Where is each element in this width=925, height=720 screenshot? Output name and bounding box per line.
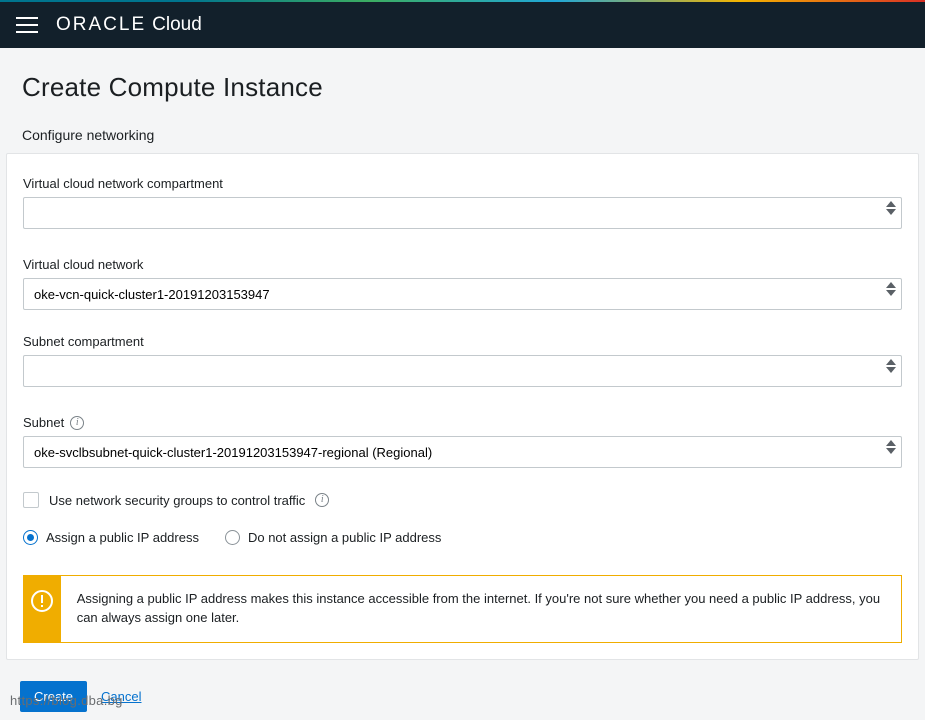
field-vcn-compartment: Virtual cloud network compartment — [23, 176, 902, 233]
select-spinner-icon[interactable] — [886, 440, 896, 454]
info-icon[interactable]: i — [315, 493, 329, 507]
radio-assign-public-ip[interactable]: Assign a public IP address — [23, 530, 199, 545]
networking-card: Virtual cloud network compartment Virtua… — [6, 153, 919, 660]
radio-assign-label: Assign a public IP address — [46, 530, 199, 545]
alert-text: Assigning a public IP address makes this… — [61, 576, 901, 642]
hamburger-menu-icon[interactable] — [16, 17, 38, 33]
topbar: ORACLE Cloud — [0, 2, 925, 48]
section-label: Configure networking — [22, 127, 923, 143]
label-subnet-compartment: Subnet compartment — [23, 334, 902, 349]
page: Create Compute Instance Configure networ… — [0, 48, 925, 660]
info-icon[interactable]: i — [70, 416, 84, 430]
radio-icon — [225, 530, 240, 545]
label-vcn: Virtual cloud network — [23, 257, 902, 272]
label-subnet: Subnet — [23, 415, 64, 430]
label-vcn-compartment: Virtual cloud network compartment — [23, 176, 902, 191]
select-spinner-icon[interactable] — [886, 282, 896, 296]
warning-icon — [31, 590, 53, 612]
radio-no-public-ip[interactable]: Do not assign a public IP address — [225, 530, 441, 545]
public-ip-alert: Assigning a public IP address makes this… — [23, 575, 902, 643]
select-vcn[interactable]: oke-vcn-quick-cluster1-20191203153947 — [23, 278, 902, 310]
brand-logo[interactable]: ORACLE Cloud — [56, 14, 202, 36]
radio-noassign-label: Do not assign a public IP address — [248, 530, 441, 545]
select-subnet-compartment[interactable] — [23, 355, 902, 387]
create-button[interactable]: Create — [20, 681, 87, 712]
public-ip-radio-group: Assign a public IP address Do not assign… — [23, 530, 902, 545]
cancel-button[interactable]: Cancel — [101, 689, 141, 704]
field-subnet-compartment: Subnet compartment — [23, 334, 902, 391]
field-subnet: Subnet i oke-svclbsubnet-quick-cluster1-… — [23, 415, 902, 468]
select-spinner-icon[interactable] — [886, 201, 896, 215]
select-spinner-icon[interactable] — [886, 359, 896, 373]
nsg-checkbox[interactable] — [23, 492, 39, 508]
field-vcn: Virtual cloud network oke-vcn-quick-clus… — [23, 257, 902, 310]
select-vcn-compartment[interactable] — [23, 197, 902, 229]
nsg-label: Use network security groups to control t… — [49, 493, 305, 508]
nsg-row: Use network security groups to control t… — [23, 492, 902, 508]
radio-icon — [23, 530, 38, 545]
brand-cloud-text: Cloud — [152, 14, 202, 36]
brand-oracle-text: ORACLE — [56, 14, 146, 36]
alert-bar — [24, 576, 61, 642]
footer-actions: Create Cancel — [20, 681, 142, 712]
select-subnet[interactable]: oke-svclbsubnet-quick-cluster1-201912031… — [23, 436, 902, 468]
page-title: Create Compute Instance — [22, 72, 923, 103]
